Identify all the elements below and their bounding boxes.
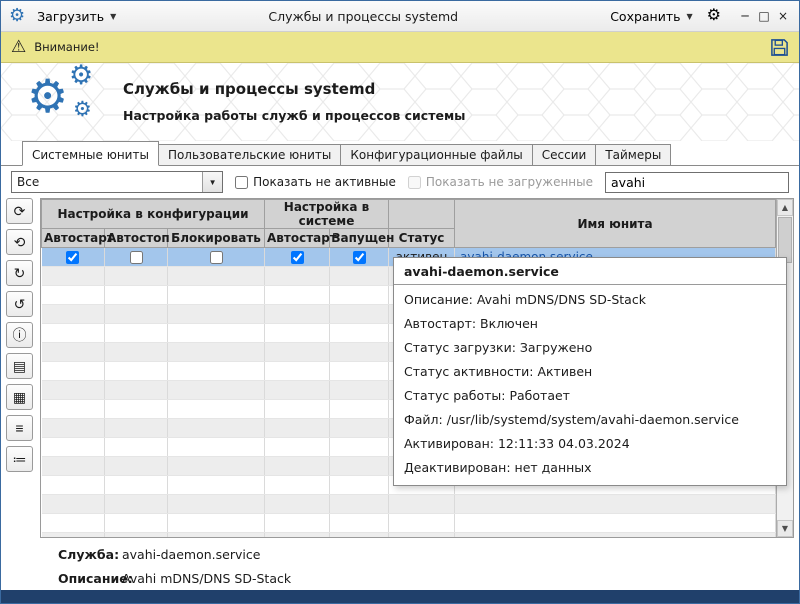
show-file-button[interactable]: ▤ <box>6 353 33 379</box>
system-group-header: Настройка в системе <box>265 200 389 229</box>
col-running[interactable]: Запущен <box>330 229 389 248</box>
page-subtitle: Настройка работы служб и процессов систе… <box>123 108 465 123</box>
tooltip-active-status: Статус активности: Активен <box>394 360 786 384</box>
save-button-label: Сохранить <box>610 9 680 24</box>
maximize-button[interactable]: □ <box>756 9 772 23</box>
gear-icon: ⚙ <box>73 99 92 120</box>
tooltip-activated: Активирован: 12:11:33 04.03.2024 <box>394 432 786 456</box>
chevron-down-icon: ▼ <box>687 12 693 21</box>
settings-button[interactable]: ⚙ <box>703 8 725 24</box>
load-button-label: Загрузить <box>37 9 104 24</box>
show-inactive-checkbox[interactable] <box>235 176 248 189</box>
scope-dropdown[interactable]: Все ▼ <box>11 171 223 193</box>
reload-units-button[interactable]: ⟲ <box>6 229 33 255</box>
autostart-system-checkbox[interactable] <box>291 251 304 264</box>
titlebar: ⚙ Загрузить ▼ Службы и процессы systemd … <box>1 1 799 32</box>
page-title: Службы и процессы systemd <box>123 80 465 98</box>
status-group-spacer <box>389 200 455 229</box>
window-title: Службы и процессы systemd <box>126 9 600 24</box>
tab-sessions[interactable]: Сессии <box>532 144 597 165</box>
block-checkbox[interactable] <box>210 251 223 264</box>
show-unloaded-checkbox-row: Показать не загруженные <box>408 175 593 189</box>
gear-icon: ⚙ <box>69 63 93 89</box>
show-inactive-checkbox-row: Показать не активные <box>235 175 396 189</box>
chevron-down-icon: ▼ <box>110 12 116 21</box>
bottom-strip <box>1 590 799 603</box>
footer-info: Служба: avahi-daemon.service Описание: A… <box>1 538 799 590</box>
info-button[interactable]: ⓘ <box>6 322 33 348</box>
search-input[interactable] <box>605 172 789 193</box>
tab-user-units[interactable]: Пользовательские юниты <box>158 144 341 165</box>
config-group-header: Настройка в конфигурации <box>42 200 265 229</box>
tab-timers[interactable]: Таймеры <box>595 144 671 165</box>
tab-config-files[interactable]: Конфигурационные файлы <box>340 144 532 165</box>
tab-bar: Системные юниты Пользовательские юниты К… <box>1 141 799 166</box>
tooltip-autostart: Автостарт: Включен <box>394 312 786 336</box>
autostart-config-checkbox[interactable] <box>66 251 79 264</box>
service-label: Служба: <box>58 547 122 562</box>
col-status[interactable]: Статус <box>389 229 455 248</box>
tooltip-file-path: Файл: /usr/lib/systemd/system/avahi-daem… <box>394 408 786 432</box>
edit-file-button[interactable]: ▦ <box>6 384 33 410</box>
dropdown-arrow-icon[interactable]: ▼ <box>202 172 222 192</box>
tab-system-units[interactable]: Системные юниты <box>22 141 159 166</box>
show-inactive-label: Показать не активные <box>253 175 396 189</box>
journal-button[interactable]: ≡ <box>6 415 33 441</box>
warning-icon: ⚠ <box>11 39 26 56</box>
description-value: Avahi mDNS/DNS SD-Stack <box>122 571 291 586</box>
warning-message: Внимание! <box>34 40 99 54</box>
save-button[interactable]: Сохранить ▼ <box>604 6 698 27</box>
scope-dropdown-value: Все <box>12 175 202 189</box>
close-button[interactable]: × <box>775 9 791 23</box>
warning-bar: ⚠ Внимание! <box>1 32 799 63</box>
gear-icon: ⚙ <box>27 73 68 119</box>
minimize-button[interactable]: ─ <box>737 9 753 23</box>
description-label: Описание: <box>58 571 122 586</box>
filter-bar: Все ▼ Показать не активные Показать не з… <box>1 166 799 198</box>
autostop-checkbox[interactable] <box>130 251 143 264</box>
col-block[interactable]: Блокировать <box>168 229 265 248</box>
window-controls: ─ □ × <box>737 9 791 23</box>
tooltip-load-status: Статус загрузки: Загружено <box>394 336 786 360</box>
page-header: ⚙ ⚙ ⚙ Службы и процессы systemd Настройк… <box>1 63 799 141</box>
empty-row <box>42 495 776 514</box>
save-file-icon[interactable] <box>770 38 789 57</box>
unit-tooltip: avahi-daemon.service Описание: Avahi mDN… <box>393 257 787 486</box>
col-autostop[interactable]: Автостоп <box>105 229 168 248</box>
gears-logo: ⚙ ⚙ ⚙ <box>27 67 119 137</box>
refresh-button[interactable]: ⟳ <box>6 198 33 224</box>
tooltip-description: Описание: Avahi mDNS/DNS SD-Stack <box>394 288 786 312</box>
dependencies-button[interactable]: ≔ <box>6 446 33 472</box>
side-toolbar: ⟳ ⟲ ↻ ↺ ⓘ ▤ ▦ ≡ ≔ <box>6 198 36 538</box>
empty-row <box>42 514 776 533</box>
app-window: ⚙ Загрузить ▼ Службы и процессы systemd … <box>0 0 800 604</box>
col-autostart-config[interactable]: Автостарт <box>42 229 105 248</box>
tooltip-run-status: Статус работы: Работает <box>394 384 786 408</box>
tooltip-title: avahi-daemon.service <box>394 258 786 285</box>
revert-button[interactable]: ↺ <box>6 291 33 317</box>
show-unloaded-label: Показать не загруженные <box>426 175 593 189</box>
restart-service-button[interactable]: ↻ <box>6 260 33 286</box>
app-icon: ⚙ <box>9 7 25 25</box>
service-value: avahi-daemon.service <box>122 547 260 562</box>
running-checkbox[interactable] <box>353 251 366 264</box>
load-button[interactable]: Загрузить ▼ <box>31 6 122 27</box>
scroll-up-button[interactable]: ▲ <box>777 199 793 216</box>
show-unloaded-checkbox <box>408 176 421 189</box>
col-autostart-system[interactable]: Автостарт <box>265 229 330 248</box>
tooltip-deactivated: Деактивирован: нет данных <box>394 456 786 480</box>
empty-row <box>42 533 776 538</box>
main-area: ⟳ ⟲ ↻ ↺ ⓘ ▤ ▦ ≡ ≔ Настройка в конфигура <box>1 198 799 538</box>
unit-name-header[interactable]: Имя юнита <box>455 200 776 248</box>
scroll-down-button[interactable]: ▼ <box>777 520 793 537</box>
